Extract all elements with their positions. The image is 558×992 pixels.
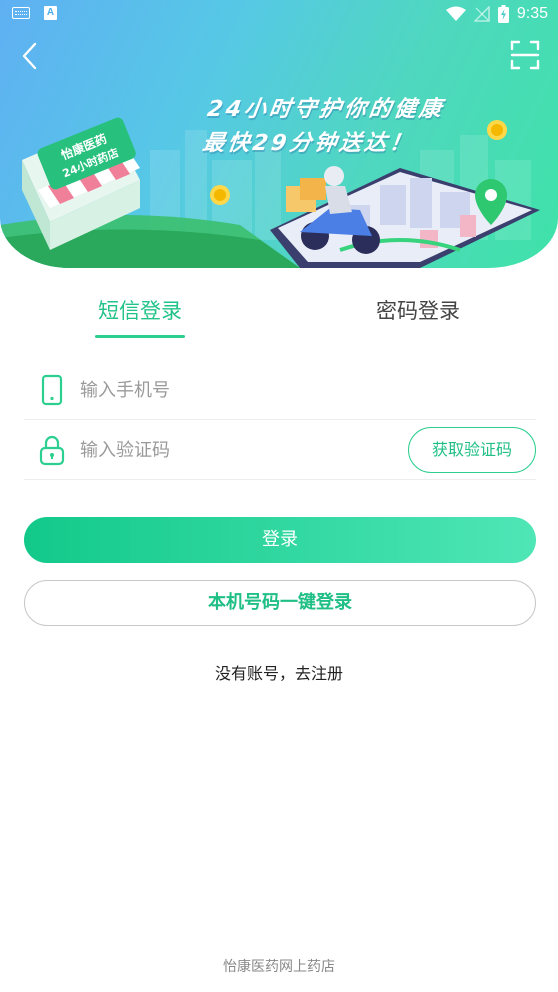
clock: 9:35 [516,5,548,22]
chevron-left-icon [22,42,37,70]
phone-field-row [24,360,536,420]
phone-input[interactable] [80,370,380,410]
tab-sms-login[interactable]: 短信登录 [90,290,190,338]
phone-icon [41,374,63,406]
one-key-login-button[interactable]: 本机号码一键登录 [24,580,536,626]
login-button[interactable]: 登录 [24,517,536,563]
tab-password-login[interactable]: 密码登录 [368,290,468,338]
status-bar: A 9:35 [0,0,558,30]
hero-slogan: 24小时守护你的健康 最快29分钟送达！ [200,93,446,161]
register-link[interactable]: 没有账号，去注册 [0,660,558,684]
verification-code-input[interactable] [80,430,380,470]
code-field-row: 获取验证码 [24,420,536,480]
slogan-line1: 24小时守护你的健康 [205,97,446,122]
battery-icon [497,5,509,23]
keyboard-icon [12,7,30,19]
scan-button[interactable] [510,40,540,70]
footer-text: 怡康医药网上药店 [223,959,335,975]
a-app-icon: A [44,6,57,20]
login-tabs: 短信登录 密码登录 [0,290,558,340]
hero-banner: 怡康医药 24小时药店 A 9:35 24小时守护你的健康 最快29分钟送达！ [0,0,558,268]
scan-icon [510,40,540,70]
lock-icon [39,435,65,466]
wifi-icon [445,6,466,21]
back-button[interactable] [16,40,46,72]
get-code-button[interactable]: 获取验证码 [408,427,536,473]
slogan-line2: 最快29分钟送达！ [200,131,417,156]
no-signal-icon [473,6,490,22]
